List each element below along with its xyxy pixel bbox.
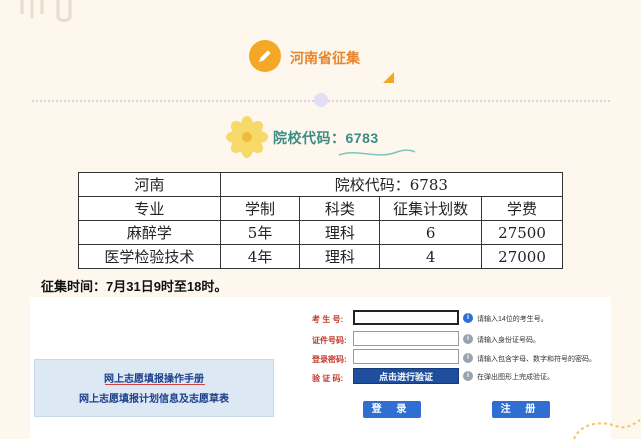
exam-number-hint: 请输入14位的考生号。 [477, 316, 548, 323]
password-label: 登录密码: [312, 355, 347, 364]
collection-time-notice: 征集时间：7月31日9时至18时。 [41, 279, 228, 294]
top-decoration [20, 0, 72, 22]
login-panel: 网上志愿填报操作手册 网上志愿填报计划信息及志愿草表 考 生 号: i 请输入1… [30, 297, 611, 439]
verify-button[interactable]: 点击进行验证 [353, 368, 459, 384]
enrollment-plan-table: 河南 院校代码：6783 专业 学制 科类 征集计划数 学费 麻醉学 5年 理科… [78, 172, 564, 269]
plan-info-link[interactable]: 网上志愿填报计划信息及志愿草表 [35, 390, 273, 405]
password-hint: 请输入包含字母、数字和符号的密码。 [477, 356, 596, 363]
table-row: 医学检验技术 4年 理科 4 27000 [78, 244, 563, 269]
wave-underline [338, 149, 416, 156]
province-cell: 河南 [78, 172, 221, 197]
column-header: 征集计划数 [379, 196, 483, 221]
school-code-cell: 院校代码：6783 [219, 172, 564, 197]
table-cell: 麻醉学 [78, 220, 221, 245]
table-cell: 理科 [299, 220, 381, 245]
info-icon: i [463, 334, 473, 344]
column-header: 学费 [481, 196, 563, 221]
table-header-row: 河南 院校代码：6783 [78, 172, 564, 197]
flower-icon [226, 116, 268, 158]
table-cell: 医学检验技术 [78, 244, 221, 269]
login-button[interactable]: 登 录 [363, 401, 421, 418]
table-cell: 27000 [481, 244, 563, 269]
id-number-input[interactable] [353, 331, 459, 346]
table-cell: 4年 [219, 244, 301, 269]
info-icon: i [463, 371, 473, 381]
info-icon: i [463, 313, 473, 323]
pencil-icon [259, 50, 271, 62]
divider-dot [314, 93, 328, 107]
swirl-decoration [573, 419, 641, 439]
page-title: 河南省征集 [290, 50, 360, 66]
link-underline [105, 384, 205, 385]
exam-number-label: 考 生 号: [312, 315, 344, 324]
school-code-heading: 院校代码：6783 [273, 130, 379, 146]
captcha-hint: 在弹出图形上完成验证。 [477, 374, 554, 381]
table-cell: 5年 [219, 220, 301, 245]
table-cell: 6 [379, 220, 483, 245]
table-cell: 理科 [299, 244, 381, 269]
column-header: 专业 [78, 196, 221, 221]
manual-links-box: 网上志愿填报操作手册 网上志愿填报计划信息及志愿草表 [34, 359, 274, 417]
pencil-badge [249, 40, 281, 72]
operation-manual-link[interactable]: 网上志愿填报操作手册 [35, 370, 273, 385]
table-row: 麻醉学 5年 理科 6 27500 [78, 220, 563, 245]
column-header: 科类 [299, 196, 381, 221]
info-icon: i [463, 353, 473, 363]
table-cell: 27500 [481, 220, 563, 245]
table-column-row: 专业 学制 科类 征集计划数 学费 [78, 196, 563, 221]
table-cell: 4 [379, 244, 483, 269]
column-header: 学制 [219, 196, 301, 221]
exam-number-input[interactable] [353, 310, 459, 325]
register-button[interactable]: 注 册 [492, 401, 550, 418]
id-number-label: 证件号码: [312, 336, 347, 345]
id-number-hint: 请输入身份证号码。 [477, 337, 540, 344]
captcha-label: 验 证 码: [312, 374, 344, 383]
corner-triangle-decoration [383, 72, 394, 83]
password-input[interactable] [353, 349, 459, 364]
